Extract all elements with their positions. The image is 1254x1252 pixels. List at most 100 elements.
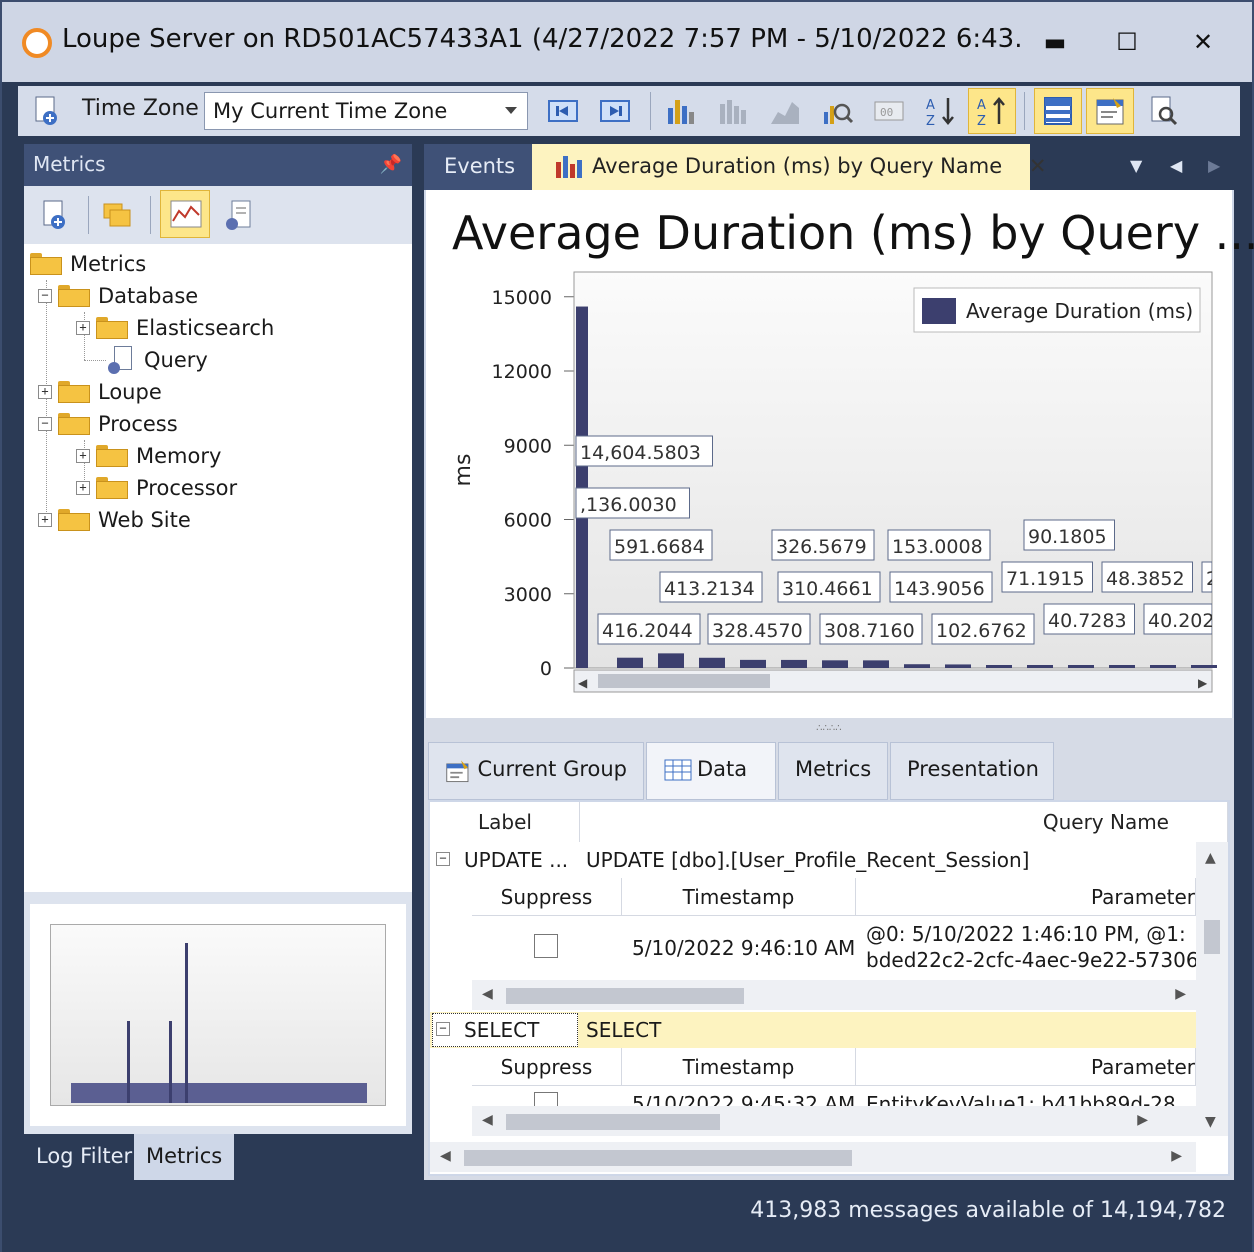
- chart-bar[interactable]: [781, 659, 807, 668]
- tab-log-filter[interactable]: Log Filter: [24, 1134, 144, 1180]
- chart-bar[interactable]: [986, 665, 1012, 668]
- tree-node-metrics[interactable]: Metrics: [30, 248, 146, 280]
- counter-icon[interactable]: 00: [872, 94, 906, 128]
- group-row[interactable]: − UPDATE ... UPDATE [dbo].[User_Profile_…: [430, 842, 1196, 878]
- chart-view-button[interactable]: [160, 190, 210, 238]
- grid-vscroll-thumb[interactable]: [1204, 920, 1220, 954]
- tab-average-duration-chart[interactable]: Average Duration (ms) by Query Name ✕: [532, 144, 1046, 190]
- chart-bar[interactable]: [1027, 665, 1053, 668]
- chart-bar[interactable]: [1191, 665, 1217, 668]
- chart-bar[interactable]: [863, 660, 889, 668]
- grid-vscrollbar[interactable]: ▲ ▼: [1196, 842, 1228, 1136]
- next-icon[interactable]: [598, 94, 632, 128]
- grid-hscroll-thumb[interactable]: [464, 1150, 852, 1166]
- sort-ascending-icon[interactable]: A Z: [924, 94, 958, 128]
- scroll-left-icon[interactable]: ◀: [482, 986, 493, 1002]
- group-hscroll-thumb[interactable]: [506, 1114, 720, 1130]
- scroll-left-icon[interactable]: ◀: [482, 1112, 493, 1128]
- area-chart-icon[interactable]: [768, 94, 802, 128]
- stacked-chart-icon[interactable]: [716, 94, 750, 128]
- zoom-chart-icon[interactable]: [820, 94, 854, 128]
- scroll-right-icon[interactable]: ▶: [1171, 1148, 1182, 1164]
- sub-header-parameter[interactable]: Parameter: [856, 878, 1196, 916]
- group-hscroll-thumb[interactable]: [506, 988, 744, 1004]
- maximize-button[interactable]: ☐: [1102, 22, 1152, 62]
- sub-header-parameter[interactable]: Parameter: [856, 1048, 1196, 1086]
- sub-header-timestamp[interactable]: Timestamp: [622, 1048, 856, 1086]
- close-tab-icon[interactable]: ✕: [1029, 154, 1047, 178]
- expand-icon[interactable]: +: [76, 481, 90, 495]
- scroll-right-icon[interactable]: ▶: [1175, 986, 1186, 1002]
- tab-current-group[interactable]: Current Group: [428, 742, 644, 800]
- chart-bar[interactable]: [822, 660, 848, 668]
- new-document-icon[interactable]: [30, 94, 64, 128]
- scroll-right-icon[interactable]: ▶: [1137, 1112, 1148, 1128]
- time-zone-select[interactable]: My Current Time Zone: [204, 92, 528, 130]
- chart-bar[interactable]: [658, 653, 684, 668]
- table-row[interactable]: 5/10/2022 9:45:32 AM EntityKeyValue1: b4…: [472, 1086, 1196, 1106]
- tree-node-query[interactable]: Query: [106, 344, 208, 376]
- group-hscrollbar[interactable]: ◀ ▶: [472, 980, 1196, 1010]
- group-hscrollbar[interactable]: ◀ ▶: [472, 1106, 1196, 1136]
- column-header-query-name[interactable]: Query Name: [580, 802, 1228, 842]
- chart-overview-plot[interactable]: [50, 924, 386, 1106]
- expand-icon[interactable]: +: [76, 449, 90, 463]
- query-document-icon[interactable]: [222, 198, 256, 232]
- collapse-icon[interactable]: −: [436, 1022, 450, 1036]
- tab-events[interactable]: Events: [424, 144, 532, 190]
- layout-rows-button[interactable]: [1034, 88, 1082, 134]
- tab-metrics-detail[interactable]: Metrics: [778, 742, 888, 800]
- pin-icon[interactable]: 📌: [380, 154, 402, 175]
- panel-splitter[interactable]: ∴∴∴∴: [424, 718, 1234, 740]
- tree-node-loupe[interactable]: + Loupe: [38, 376, 162, 408]
- tree-node-process[interactable]: − Process: [38, 408, 178, 440]
- folders-icon[interactable]: [100, 198, 134, 232]
- chart-bar[interactable]: [904, 664, 930, 668]
- scroll-left-icon[interactable]: ◀: [440, 1148, 451, 1164]
- bar-chart-icon[interactable]: [664, 94, 698, 128]
- grid-hscrollbar[interactable]: ◀ ▶: [430, 1142, 1196, 1172]
- tree-node-database[interactable]: − Database: [38, 280, 198, 312]
- tab-metrics[interactable]: Metrics: [134, 1134, 234, 1180]
- chart-bar[interactable]: [740, 659, 766, 668]
- sub-header-timestamp[interactable]: Timestamp: [622, 878, 856, 916]
- chart-bar[interactable]: [1068, 665, 1094, 668]
- tree-node-website[interactable]: + Web Site: [38, 504, 191, 536]
- print-preview-icon[interactable]: [1146, 94, 1180, 128]
- scroll-tabs-left-icon[interactable]: ◀: [1170, 156, 1182, 175]
- collapse-icon[interactable]: −: [38, 289, 52, 303]
- scroll-left-icon[interactable]: ◀: [578, 676, 588, 690]
- scroll-right-icon[interactable]: ▶: [1198, 676, 1208, 690]
- tree-node-processor[interactable]: + Processor: [76, 472, 237, 504]
- chart-bar[interactable]: [617, 657, 643, 668]
- tab-list-dropdown-icon[interactable]: ▼: [1130, 156, 1142, 175]
- add-metric-icon[interactable]: [38, 198, 72, 232]
- sort-descending-button[interactable]: A Z: [968, 88, 1016, 134]
- bar-chart[interactable]: ms 0 3000 6000 9000 12000 15000 14,604.5803 ,1…: [426, 270, 1232, 710]
- suppress-checkbox[interactable]: [534, 1092, 558, 1106]
- sub-header-suppress[interactable]: Suppress: [472, 1048, 622, 1086]
- tab-data[interactable]: Data: [646, 742, 776, 800]
- chart-bar[interactable]: [576, 306, 588, 668]
- chart-hscroll-thumb[interactable]: [598, 674, 770, 688]
- sub-header-suppress[interactable]: Suppress: [472, 878, 622, 916]
- group-row-selected[interactable]: − SELECT SELECT: [430, 1012, 1196, 1048]
- tab-presentation[interactable]: Presentation: [890, 742, 1054, 800]
- minimize-button[interactable]: ▬: [1030, 22, 1080, 62]
- tree-node-elasticsearch[interactable]: + Elasticsearch: [76, 312, 274, 344]
- chart-bar[interactable]: [1150, 665, 1176, 668]
- collapse-icon[interactable]: −: [38, 417, 52, 431]
- previous-icon[interactable]: [546, 94, 580, 128]
- chart-bar[interactable]: [945, 664, 971, 668]
- properties-button[interactable]: [1086, 88, 1134, 134]
- scroll-up-icon[interactable]: ▲: [1205, 850, 1216, 866]
- expand-icon[interactable]: +: [76, 321, 90, 335]
- suppress-checkbox[interactable]: [534, 934, 558, 958]
- scroll-down-icon[interactable]: ▼: [1205, 1114, 1216, 1130]
- tree-node-memory[interactable]: + Memory: [76, 440, 221, 472]
- chart-bar[interactable]: [1109, 665, 1135, 668]
- chart-bar[interactable]: [699, 657, 725, 668]
- collapse-icon[interactable]: −: [436, 852, 450, 866]
- expand-icon[interactable]: +: [38, 385, 52, 399]
- scroll-tabs-right-icon[interactable]: ▶: [1208, 156, 1220, 175]
